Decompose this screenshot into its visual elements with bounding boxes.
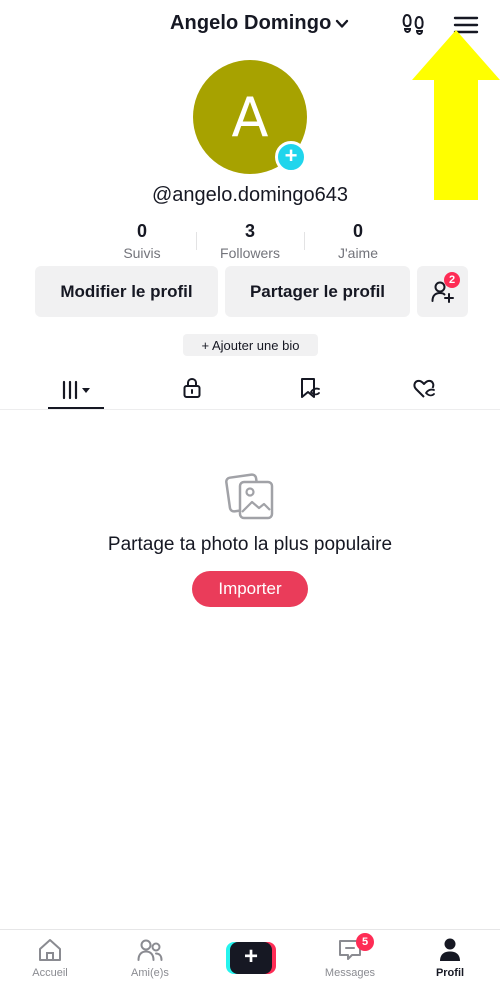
tab-videos[interactable] <box>48 372 104 409</box>
content-tabs <box>0 366 500 410</box>
stat-following[interactable]: 0 Suivis <box>88 220 196 264</box>
stat-label: Suivis <box>123 245 161 261</box>
nav-profile[interactable]: Profil <box>415 936 485 988</box>
bottom-nav: Accueil Ami(e)s + 5 Messages Profil <box>0 929 500 993</box>
stat-value: 0 <box>136 221 147 241</box>
nav-home[interactable]: Accueil <box>15 936 85 988</box>
nav-messages-label: Messages <box>324 967 376 979</box>
videos-grid-icon <box>62 380 90 399</box>
import-button[interactable]: Importer <box>192 571 308 607</box>
plus-icon: + <box>284 143 298 168</box>
account-switcher[interactable]: Angelo Domingo <box>170 12 349 35</box>
friend-requests-badge: 2 <box>444 272 460 288</box>
tab-favorites[interactable] <box>288 372 332 404</box>
lock-icon <box>183 377 201 398</box>
friends-icon <box>137 939 163 961</box>
nav-profile-label: Profil <box>435 967 465 979</box>
profile-stats: 0 Suivis 3 Followers 0 J'aime <box>88 220 412 264</box>
username: Angelo Domingo <box>170 12 332 34</box>
nav-friends-label: Ami(e)s <box>131 967 169 979</box>
liked-icon <box>413 379 435 398</box>
avatar-initial: A <box>231 85 269 149</box>
share-profile-button[interactable]: Partager le profil <box>225 266 410 317</box>
edit-profile-button[interactable]: Modifier le profil <box>35 266 218 317</box>
home-icon <box>39 939 61 961</box>
stat-likes[interactable]: 0 J'aime <box>304 220 412 264</box>
stat-followers[interactable]: 3 Followers <box>196 220 304 264</box>
profile-actions: Modifier le profil Partager le profil 2 <box>35 266 468 317</box>
photo-gallery-icon <box>225 473 274 520</box>
stat-label: Followers <box>220 245 280 261</box>
tab-private[interactable] <box>170 372 214 404</box>
chevron-down-icon <box>336 19 349 28</box>
add-friends-button[interactable]: 2 <box>417 266 468 317</box>
nav-messages[interactable]: 5 Messages <box>315 933 385 988</box>
nav-friends[interactable]: Ami(e)s <box>115 936 185 988</box>
stat-value: 3 <box>244 221 255 241</box>
profile-icon <box>440 938 460 961</box>
add-bio-button[interactable]: + Ajouter une bio <box>183 334 318 356</box>
messages-badge: 5 <box>356 933 374 951</box>
favorites-icon <box>301 378 320 398</box>
create-button-face: + <box>230 942 272 974</box>
stat-value: 0 <box>352 221 363 241</box>
empty-state-title: Partage ta photo la plus populaire <box>107 534 393 555</box>
add-avatar-button[interactable]: + <box>275 141 307 173</box>
tab-liked[interactable] <box>403 372 447 404</box>
user-handle: @angelo.domingo643 <box>151 184 348 206</box>
nav-home-label: Accueil <box>32 967 68 979</box>
create-button[interactable]: + <box>226 942 276 974</box>
annotation-arrow-icon <box>412 30 500 200</box>
plus-icon: + <box>243 943 258 970</box>
stat-label: J'aime <box>337 245 379 261</box>
